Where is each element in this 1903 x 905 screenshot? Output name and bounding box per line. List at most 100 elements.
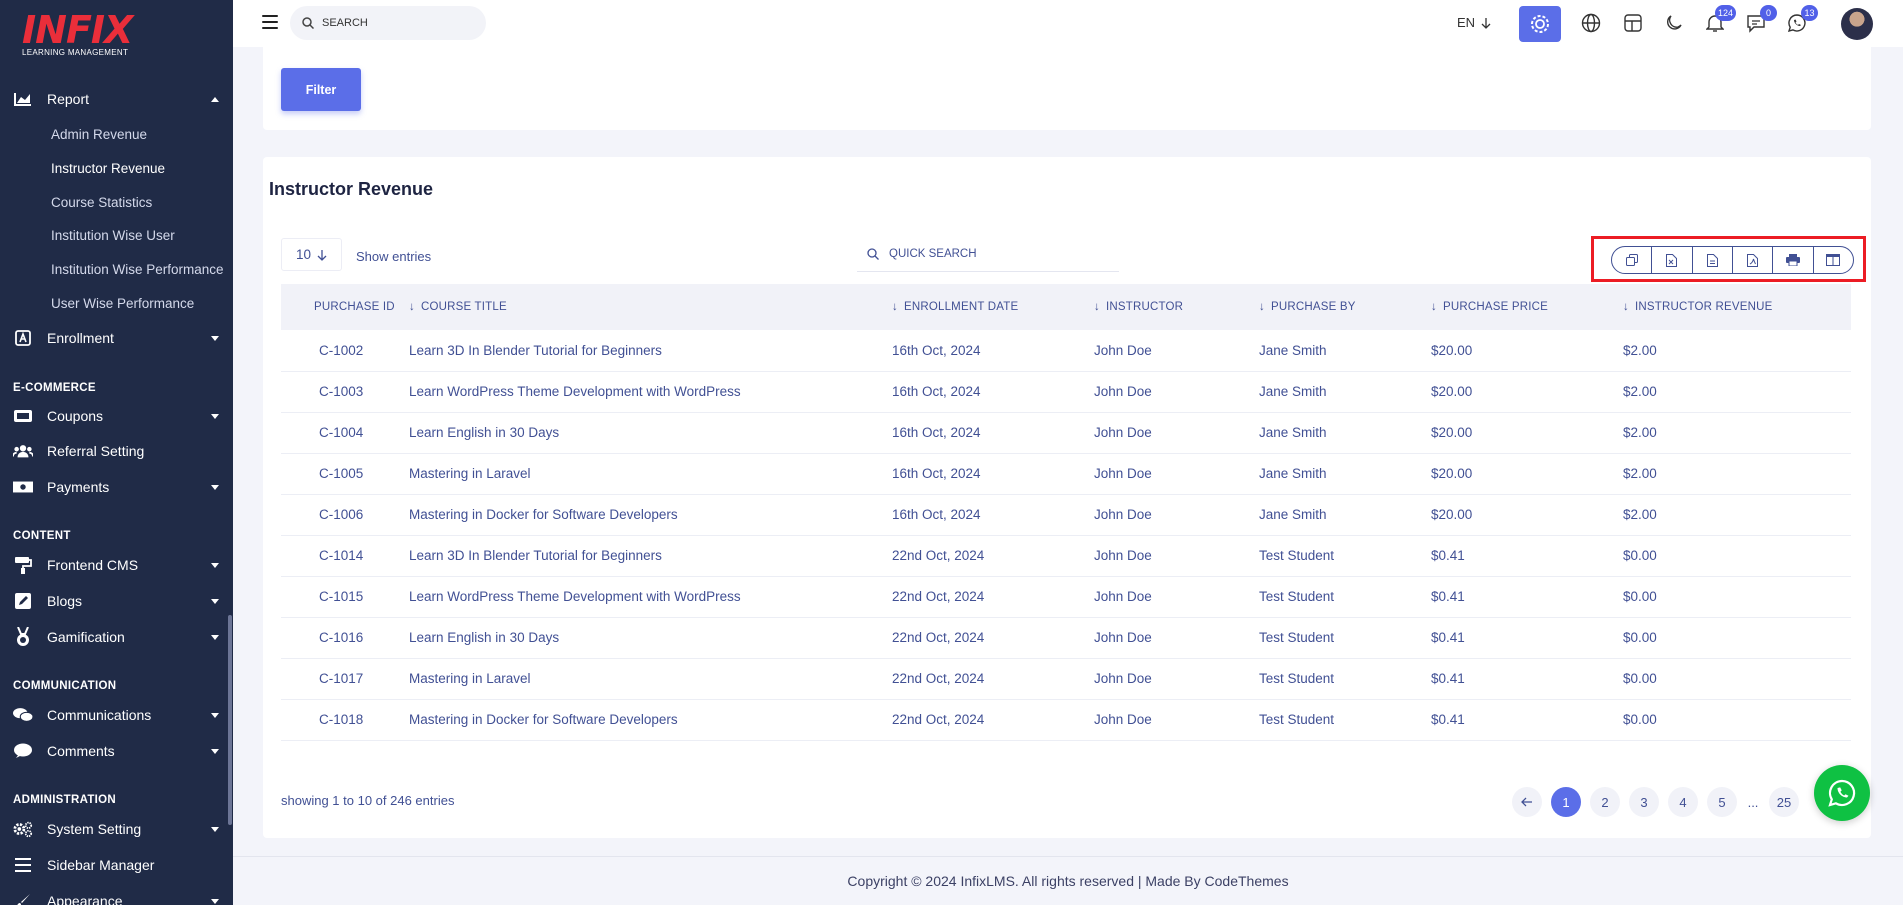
table-cell: $0.41 <box>1431 712 1465 727</box>
globe-button[interactable] <box>1576 8 1606 38</box>
sidebar-item-label: Coupons <box>47 408 104 424</box>
table-cell: $20.00 <box>1431 425 1473 440</box>
settings-chip-button[interactable] <box>1519 6 1561 42</box>
messages-button[interactable]: 0 <box>1741 5 1777 38</box>
chevron-down-icon <box>211 712 219 718</box>
table-row: C-1018 Mastering in Docker for Software D… <box>281 699 1851 740</box>
table-cell: Jane Smith <box>1259 507 1327 522</box>
sidebar-item-label: Report <box>47 91 90 107</box>
sidebar-item-payments[interactable]: Payments <box>13 476 219 498</box>
menu-toggle-icon[interactable] <box>262 15 278 29</box>
sidebar-sub-course-statistics[interactable]: Course Statistics <box>51 195 152 210</box>
layout-icon <box>1624 14 1642 32</box>
col-purchase-id[interactable]: PURCHASE ID <box>281 284 409 330</box>
page-button-5[interactable]: 5 <box>1707 787 1737 817</box>
chevron-down-icon <box>211 335 219 341</box>
edit-icon <box>13 593 33 609</box>
filter-button[interactable]: Filter <box>281 68 361 111</box>
col-instructor-revenue[interactable]: ↓ INSTRUCTOR REVENUE <box>1623 284 1851 330</box>
print-button[interactable] <box>1773 247 1814 273</box>
page-button-3[interactable]: 3 <box>1629 787 1659 817</box>
logo[interactable]: INFIX LEARNING MANAGEMENT <box>22 11 133 57</box>
page-button-2[interactable]: 2 <box>1590 787 1620 817</box>
section-ecommerce: E-COMMERCE <box>13 382 96 394</box>
show-entries-label: Show entries <box>356 249 432 264</box>
sidebar-item-sidebar-manager[interactable]: Sidebar Manager <box>13 854 219 876</box>
table-cell: $20.00 <box>1431 342 1473 358</box>
page-button-25[interactable]: 25 <box>1769 787 1799 817</box>
area-chart-icon <box>13 91 33 107</box>
table-cell: 22nd Oct, 2024 <box>892 548 985 563</box>
layout-button[interactable] <box>1618 8 1648 38</box>
table-cell: Test Student <box>1259 589 1335 604</box>
sidebar-item-system-setting[interactable]: System Setting <box>13 818 219 840</box>
chevron-down-icon <box>211 634 219 640</box>
language-selector[interactable]: EN <box>1457 15 1491 30</box>
table-cell: Learn 3D In Blender Tutorial for Beginne… <box>409 548 662 563</box>
sidebar-item-frontend-cms[interactable]: Frontend CMS <box>13 554 219 576</box>
copy-button[interactable] <box>1612 247 1653 273</box>
header-search[interactable] <box>290 6 486 40</box>
sidebar-sub-admin-revenue[interactable]: Admin Revenue <box>51 127 147 142</box>
table-cell: John Doe <box>1094 466 1152 481</box>
table-cell: Learn 3D In Blender Tutorial for Beginne… <box>409 342 662 358</box>
whatsapp-float-button[interactable] <box>1814 765 1870 821</box>
page-title: Instructor Revenue <box>269 179 434 199</box>
pdf-export-button[interactable] <box>1733 247 1774 273</box>
csv-export-button[interactable] <box>1693 247 1733 273</box>
table-cell: John Doe <box>1094 507 1152 522</box>
sidebar-item-label: Enrollment <box>47 330 114 346</box>
sidebar-item-label: Sidebar Manager <box>47 857 155 873</box>
col-enrollment-date[interactable]: ↓ ENROLLMENT DATE <box>892 284 1094 330</box>
col-instructor[interactable]: ↓ INSTRUCTOR <box>1094 284 1259 330</box>
sidebar-item-label: Communications <box>47 707 152 723</box>
moon-icon <box>1667 15 1682 30</box>
sidebar-item-report[interactable]: Report <box>13 88 219 110</box>
page-ellipsis: ... <box>1747 794 1759 810</box>
dark-mode-button[interactable] <box>1659 8 1689 38</box>
page-button-1[interactable]: 1 <box>1551 787 1581 817</box>
col-purchase-price[interactable]: ↓ PURCHASE PRICE <box>1431 284 1623 330</box>
file-excel-icon <box>1666 253 1678 267</box>
table-row: C-1006 Mastering in Docker for Software D… <box>281 494 1851 535</box>
whatsapp-header-button[interactable]: 13 <box>1782 5 1818 38</box>
col-purchase-by[interactable]: ↓ PURCHASE BY <box>1259 284 1431 330</box>
copyright-text: Copyright © 2024 InfixLMS. All rights re… <box>847 872 1289 889</box>
brush-icon <box>13 893 33 905</box>
excel-export-button[interactable] <box>1652 247 1693 273</box>
arrow-down-icon <box>317 249 327 261</box>
sidebar-item-blogs[interactable]: Blogs <box>13 590 219 612</box>
sidebar-sub-user-wise-performance[interactable]: User Wise Performance <box>51 296 194 311</box>
sidebar-item-communications[interactable]: Communications <box>13 704 219 726</box>
top-header: EN 124 0 13 <box>233 0 1903 47</box>
sidebar-item-referral-setting[interactable]: Referral Setting <box>13 440 219 462</box>
avatar[interactable] <box>1841 8 1873 40</box>
table-cell: $20.00 <box>1431 466 1473 481</box>
sidebar-item-label: Gamification <box>47 629 125 645</box>
sidebar-item-label: Blogs <box>47 593 83 609</box>
sidebar-item-appearance[interactable]: Appearance <box>13 890 219 905</box>
notifications-button[interactable]: 124 <box>1700 5 1736 38</box>
page-size-select[interactable]: 10 <box>281 238 342 271</box>
page-button-4[interactable]: 4 <box>1668 787 1698 817</box>
column-visibility-button[interactable] <box>1814 247 1853 273</box>
prev-page-button[interactable] <box>1512 787 1542 817</box>
table-cell: $0.00 <box>1623 548 1657 563</box>
section-administration: ADMINISTRATION <box>13 794 117 806</box>
sidebar-item-gamification[interactable]: Gamification <box>13 626 219 648</box>
sidebar-sub-institution-wise-user[interactable]: Institution Wise User <box>51 228 175 243</box>
table-row: C-1004 Learn English in 30 Days 16th Oct, … <box>281 412 1851 453</box>
sidebar-item-comments[interactable]: Comments <box>13 740 219 762</box>
header-search-input[interactable] <box>322 17 462 29</box>
quick-search-input[interactable] <box>889 248 1089 260</box>
arrow-down-icon: ↓ <box>1431 301 1437 313</box>
sidebar-sub-instructor-revenue[interactable]: Instructor Revenue <box>51 161 165 176</box>
sidebar-sub-institution-wise-performance[interactable]: Institution Wise Performance <box>51 262 224 277</box>
quick-search[interactable] <box>857 237 1119 272</box>
sidebar-item-coupons[interactable]: Coupons <box>13 405 219 427</box>
table-row: C-1016 Learn English in 30 Days 22nd Oct, … <box>281 617 1851 658</box>
chevron-down-icon <box>211 413 219 419</box>
col-course-title[interactable]: ↓ COURSE TITLE <box>409 284 892 330</box>
sidebar-scrollbar[interactable] <box>228 615 232 825</box>
sidebar-item-enrollment[interactable]: Enrollment <box>13 327 219 349</box>
